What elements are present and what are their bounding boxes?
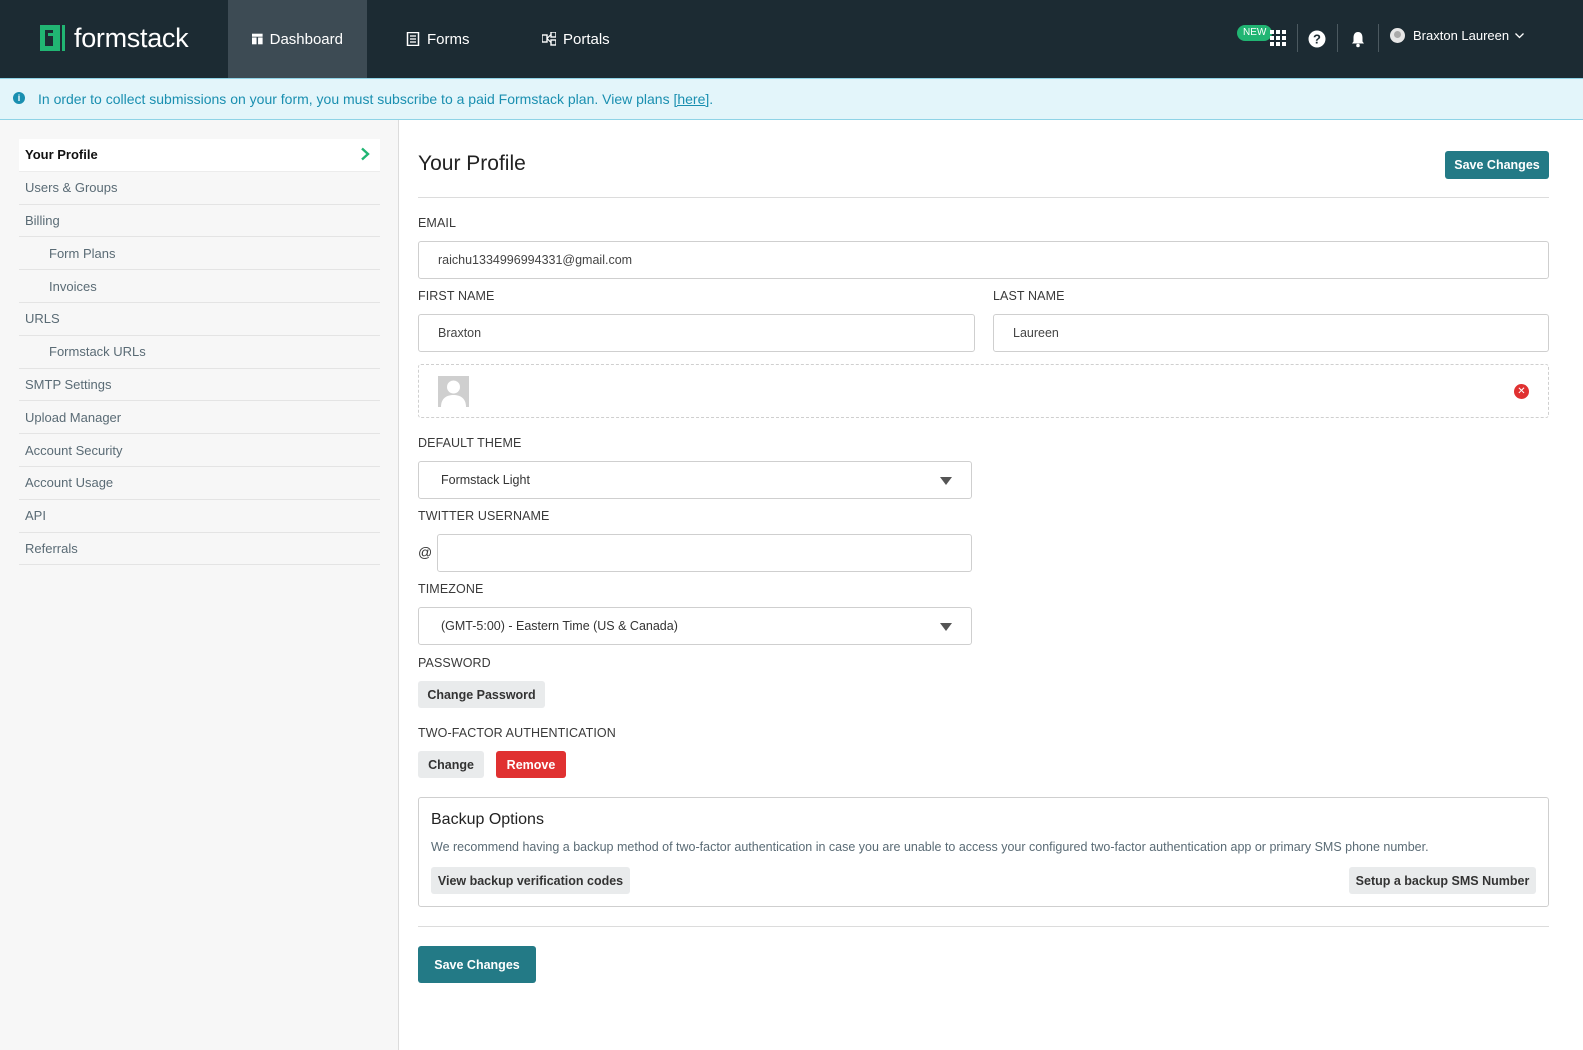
profile-avatar-placeholder — [438, 376, 469, 407]
password-label: PASSWORD — [418, 656, 491, 670]
sidebar-item-your-profile[interactable]: Your Profile — [19, 139, 380, 172]
logo-text: formstack — [74, 23, 189, 53]
apps-grid-icon[interactable] — [1270, 30, 1286, 46]
tab-forms[interactable]: Forms — [382, 0, 494, 78]
user-menu[interactable]: Braxton Laureen — [1390, 28, 1525, 43]
twitter-username-label: TWITTER USERNAME — [418, 509, 550, 523]
portals-icon — [542, 32, 556, 46]
notifications-bell-icon[interactable] — [1349, 30, 1367, 48]
backup-options-panel: Backup Options We recommend having a bac… — [418, 797, 1549, 907]
help-icon[interactable]: ? — [1308, 30, 1326, 48]
chevron-right-icon — [361, 147, 370, 161]
header-divider — [418, 197, 1549, 198]
new-badge: NEW — [1237, 25, 1273, 41]
email-label: EMAIL — [418, 216, 457, 230]
banner-text: In order to collect submissions on your … — [38, 91, 714, 107]
avatar-upload-area[interactable]: ✕ — [418, 364, 1549, 418]
sidebar-item-form-plans[interactable]: Form Plans — [19, 237, 380, 271]
footer-divider — [418, 926, 1549, 927]
sidebar-nav-list: Your Profile Users & Groups Billing Form… — [19, 139, 380, 566]
user-avatar — [1390, 28, 1405, 43]
twitter-username-field[interactable] — [437, 534, 972, 572]
settings-sidebar: Your Profile Users & Groups Billing Form… — [0, 120, 399, 1050]
first-name-field[interactable]: Braxton — [418, 314, 975, 352]
save-changes-button-bottom[interactable]: Save Changes — [418, 946, 536, 983]
tab-forms-label: Forms — [427, 30, 470, 48]
sidebar-item-smtp-settings[interactable]: SMTP Settings — [19, 369, 380, 402]
remove-avatar-icon[interactable]: ✕ — [1514, 384, 1529, 399]
nav-divider — [1337, 24, 1338, 52]
backup-options-title: Backup Options — [431, 811, 544, 828]
timezone-select[interactable]: (GMT-5:00) - Eastern Time (US & Canada) — [418, 607, 972, 645]
sidebar-item-urls[interactable]: URLS — [19, 303, 380, 336]
forms-icon — [406, 32, 420, 46]
setup-backup-sms-button[interactable]: Setup a backup SMS Number — [1349, 867, 1536, 894]
two-factor-remove-button[interactable]: Remove — [496, 751, 566, 778]
timezone-value: (GMT-5:00) - Eastern Time (US & Canada) — [441, 619, 678, 633]
view-plans-link[interactable]: [here] — [673, 91, 709, 107]
tab-portals-label: Portals — [563, 30, 610, 48]
dropdown-caret-icon — [940, 477, 952, 485]
top-navigation-bar: formstack Dashboard Forms Portals NEW ? … — [0, 0, 1583, 78]
two-factor-auth-label: TWO-FACTOR AUTHENTICATION — [418, 726, 616, 740]
sidebar-item-formstack-urls[interactable]: Formstack URLs — [19, 336, 380, 369]
view-backup-codes-button[interactable]: View backup verification codes — [431, 867, 630, 894]
info-icon: i — [13, 91, 25, 104]
default-theme-value: Formstack Light — [441, 473, 530, 487]
default-theme-label: DEFAULT THEME — [418, 436, 522, 450]
change-password-button[interactable]: Change Password — [418, 681, 545, 708]
sidebar-item-account-security[interactable]: Account Security — [19, 434, 380, 467]
sidebar-item-account-usage[interactable]: Account Usage — [19, 467, 380, 500]
dropdown-caret-icon — [940, 623, 952, 631]
default-theme-select[interactable]: Formstack Light — [418, 461, 972, 499]
sidebar-item-upload-manager[interactable]: Upload Manager — [19, 401, 380, 435]
two-factor-change-button[interactable]: Change — [418, 751, 484, 778]
sidebar-item-billing[interactable]: Billing — [19, 205, 380, 238]
dashboard-icon — [252, 33, 263, 45]
formstack-logo[interactable]: formstack — [40, 23, 189, 53]
sidebar-item-referrals[interactable]: Referrals — [19, 533, 380, 566]
tab-portals[interactable]: Portals — [518, 0, 634, 78]
svg-text:?: ? — [1313, 32, 1321, 47]
timezone-label: TIMEZONE — [418, 582, 484, 596]
save-changes-button-top[interactable]: Save Changes — [1445, 151, 1549, 179]
chevron-down-icon — [1515, 32, 1525, 38]
tab-dashboard-label: Dashboard — [269, 30, 343, 48]
tab-dashboard[interactable]: Dashboard — [228, 0, 367, 78]
sidebar-item-users-groups[interactable]: Users & Groups — [19, 172, 380, 205]
user-name: Braxton Laureen — [1413, 28, 1510, 43]
subscription-info-banner: i In order to collect submissions on you… — [0, 78, 1583, 120]
first-name-label: FIRST NAME — [418, 289, 495, 303]
page-title: Your Profile — [418, 152, 526, 175]
nav-divider — [1297, 24, 1298, 52]
sidebar-item-invoices[interactable]: Invoices — [19, 270, 380, 303]
last-name-field[interactable]: Laureen — [993, 314, 1549, 352]
user-silhouette-icon — [438, 376, 469, 407]
twitter-at-prefix: @ — [418, 544, 433, 560]
formstack-logo-icon — [40, 25, 68, 51]
last-name-label: LAST NAME — [993, 289, 1065, 303]
sidebar-item-api[interactable]: API — [19, 500, 380, 533]
backup-options-description: We recommend having a backup method of t… — [431, 840, 1429, 854]
nav-divider — [1378, 24, 1379, 52]
email-field[interactable]: raichu1334996994331@gmail.com — [418, 241, 1549, 279]
